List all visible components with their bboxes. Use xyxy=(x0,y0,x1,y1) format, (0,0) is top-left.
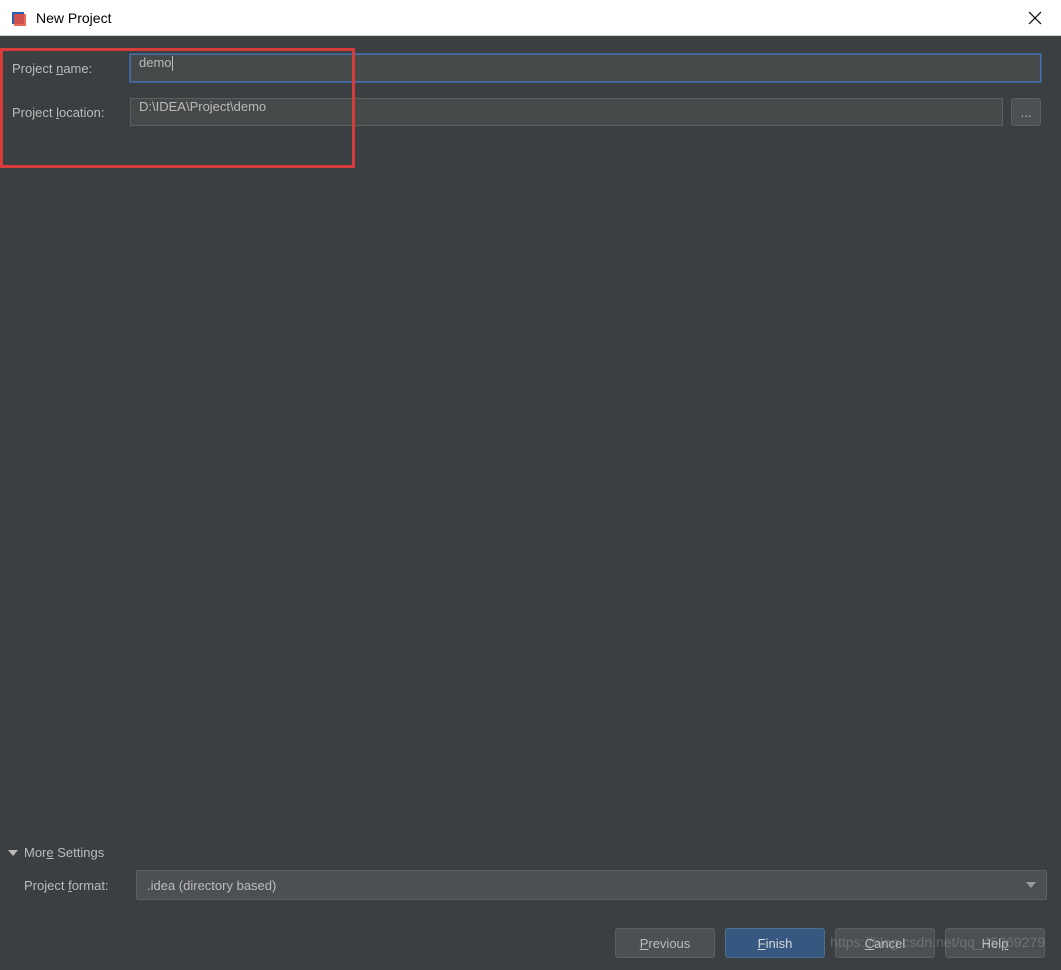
chevron-down-icon xyxy=(1026,882,1036,888)
bottom-panel: More Settings Project format: .idea (dir… xyxy=(6,841,1047,958)
project-name-label: Project name: xyxy=(12,61,130,76)
project-location-row: Project location: D:\IDEA\Project\demo .… xyxy=(6,98,1047,126)
more-settings-toggle[interactable]: More Settings xyxy=(6,841,1047,870)
project-name-row: Project name: demo xyxy=(6,54,1047,82)
close-button[interactable] xyxy=(1023,6,1047,30)
window-title: New Project xyxy=(36,10,111,26)
form-area: Project name: demo Project location: D:\… xyxy=(0,36,1053,126)
help-button[interactable]: Help xyxy=(945,928,1045,958)
browse-location-button[interactable]: ... xyxy=(1011,98,1041,126)
app-icon xyxy=(10,9,28,27)
finish-button[interactable]: Finish xyxy=(725,928,825,958)
project-name-input[interactable]: demo xyxy=(130,54,1041,82)
more-settings-label: More Settings xyxy=(24,845,104,860)
dialog-button-row: Previous Finish Cancel Help xyxy=(6,928,1047,958)
project-format-value: .idea (directory based) xyxy=(147,878,276,893)
titlebar: New Project xyxy=(0,0,1061,36)
triangle-down-icon xyxy=(8,850,18,856)
project-format-row: Project format: .idea (directory based) xyxy=(6,870,1047,900)
close-icon xyxy=(1028,11,1042,25)
cancel-button[interactable]: Cancel xyxy=(835,928,935,958)
dialog-content: Project name: demo Project location: D:\… xyxy=(0,36,1053,970)
project-location-input[interactable]: D:\IDEA\Project\demo xyxy=(130,98,1003,126)
project-format-select[interactable]: .idea (directory based) xyxy=(136,870,1047,900)
project-location-label: Project location: xyxy=(12,105,130,120)
project-format-label: Project format: xyxy=(24,878,136,893)
ellipsis-icon: ... xyxy=(1021,105,1032,120)
text-caret xyxy=(172,56,173,71)
previous-button[interactable]: Previous xyxy=(615,928,715,958)
